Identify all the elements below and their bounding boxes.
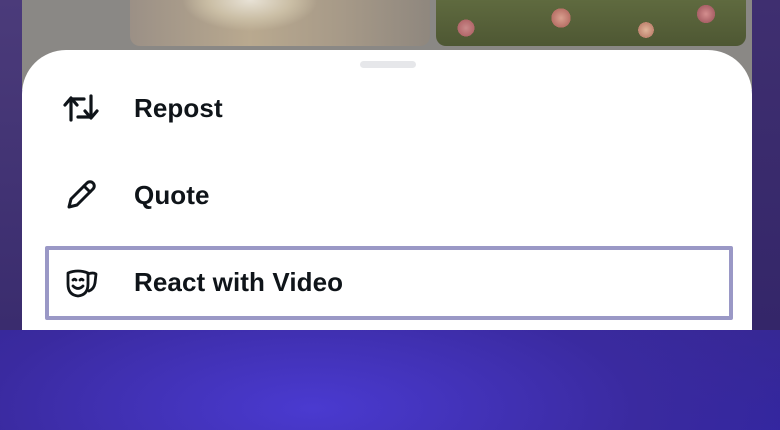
menu-item-label: Quote <box>134 179 210 210</box>
menu-item-quote[interactable]: Quote <box>22 152 752 238</box>
background-left-edge <box>0 0 22 330</box>
repost-options-sheet: Repost Quote React with Video <box>22 50 752 330</box>
menu-item-label: Repost <box>134 92 223 123</box>
post-media-thumbnail-right <box>436 0 746 46</box>
menu-item-repost[interactable]: Repost <box>22 65 752 151</box>
repost-icon <box>60 87 102 129</box>
face-mask-icon <box>60 261 102 303</box>
menu-item-label: React with Video <box>134 266 344 297</box>
menu-item-react-with-video[interactable]: React with Video <box>22 239 752 325</box>
background-right-edge <box>752 0 780 330</box>
pencil-icon <box>60 174 102 216</box>
post-media-thumbnail-left <box>130 0 430 46</box>
